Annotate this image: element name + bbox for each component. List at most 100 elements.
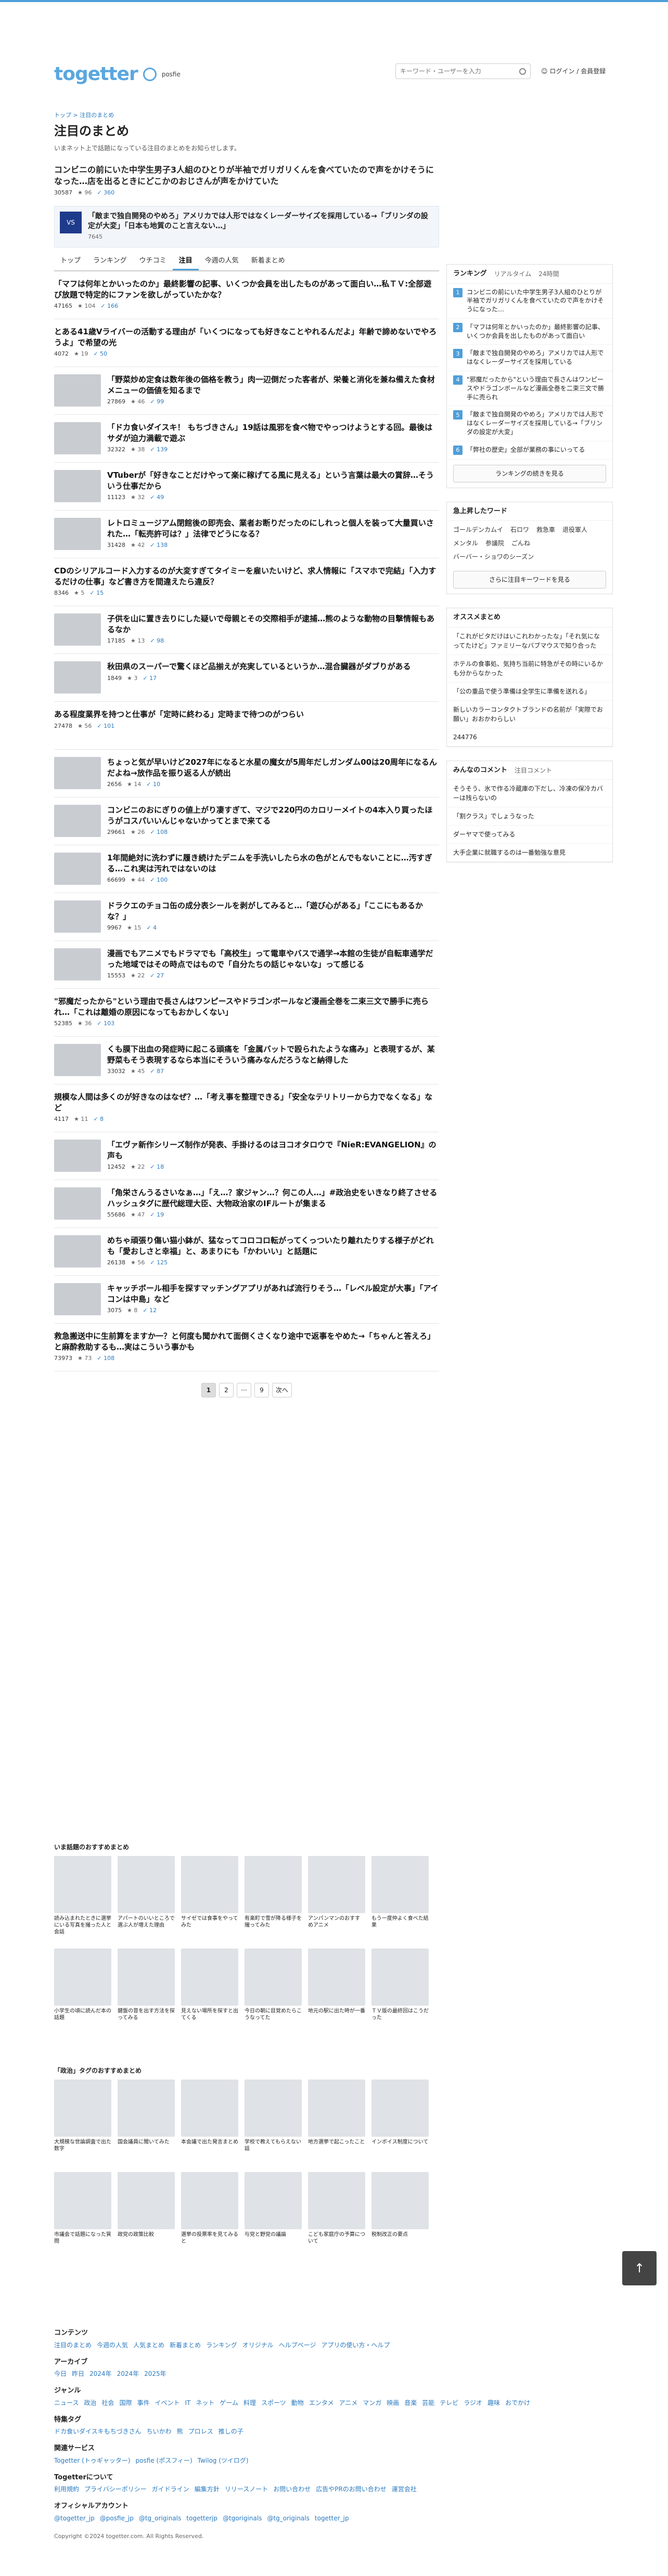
footer-link[interactable]: @togetter_jp xyxy=(54,2514,95,2523)
footer-link[interactable]: IT xyxy=(185,2398,190,2408)
card-title[interactable]: 税制改正の要点 xyxy=(371,2231,429,2258)
item-title[interactable]: コンビニのおにぎりの値上がり凄すぎて、マジで220円のカロリーメイトの4本入り買… xyxy=(107,805,439,826)
ranking-title[interactable]: 「敵まで独自開発のやめろ」アメリカでは人形ではなくレーダーサイズを採用している xyxy=(467,349,606,367)
featured-title[interactable]: コンビニの前にいた中学生男子3人組のひとりが半袖でガリガリくんを食べていたので声… xyxy=(54,164,439,187)
card-image[interactable] xyxy=(371,1949,429,2006)
footer-link[interactable]: テレビ xyxy=(440,2398,458,2408)
item-thumbnail[interactable] xyxy=(54,757,101,790)
keyword-item[interactable]: 退役軍人 xyxy=(562,525,587,534)
footer-link[interactable]: イベント xyxy=(155,2398,179,2408)
grid-card[interactable]: こども家庭庁の予算について xyxy=(308,2172,365,2258)
card-image[interactable] xyxy=(308,1856,365,1913)
item-title[interactable]: レトロミュージアム閉館後の即売会、業者お断りだったのにしれっと個人を装って大量買… xyxy=(107,518,439,539)
ranking-more-button[interactable]: ランキングの続きを見る xyxy=(453,464,606,482)
list-item[interactable]: 漫画でもアニメでもドラマでも「高校生」って電車やバスで通学→本館の生徒が自転車通… xyxy=(54,941,439,989)
item-thumbnail[interactable] xyxy=(54,1187,101,1220)
ranking-item[interactable]: 5 「敵まで独自開発のやめろ」アメリカでは人形ではなくレーダーサイズを採用している… xyxy=(447,406,612,441)
card-image[interactable] xyxy=(181,1949,238,2006)
footer-link[interactable]: 熊 xyxy=(177,2427,183,2436)
item-title[interactable]: 「マフは何年とかいったのか」最終影響の記事、いくつか会員を出したものがあって面白… xyxy=(54,279,439,300)
footer-link[interactable]: ヘルプページ xyxy=(279,2340,316,2350)
card-image[interactable] xyxy=(181,1856,238,1913)
recommend-item[interactable]: 新しいカラーコンタクトブランドの名前が「実際でお願い」おおかわらしい xyxy=(447,701,612,728)
list-item[interactable]: ある程度業界を持つと仕事が「定時に終わる」定時まで待つのがつらい 27478 ★ 5… xyxy=(54,702,439,750)
grid-card[interactable]: 小学生の頃に読んだ本の話題 xyxy=(54,1949,111,2035)
item-title[interactable]: 「エヴァ新作シリーズ制作が発表、手掛けるのはヨコオタロウで『NieR:EVANG… xyxy=(107,1140,439,1161)
grid-card[interactable]: 地方選挙で起こったこと xyxy=(308,2080,365,2166)
list-item[interactable]: 「ドカ食いダイスキ！ もちづきさん」19話は風邪を食べ物でやっつけようとする回。… xyxy=(54,415,439,463)
footer-link[interactable]: 趣味 xyxy=(487,2398,500,2408)
card-title[interactable]: 今日の朝に目覚めたらこうなってた xyxy=(245,2008,302,2035)
item-thumbnail[interactable] xyxy=(54,1140,101,1172)
card-title[interactable]: 選挙の投票率を見てみると xyxy=(181,2231,238,2258)
item-title[interactable]: 「野菜炒め定食は数年後の価格を教う」肉一辺倒だった客者が、栄養と消化を兼ね備えた… xyxy=(107,374,439,396)
item-title[interactable]: 子供を山に置き去りにした疑いで母親とその交際相手が逮捕…熊のような動物の目撃情報… xyxy=(107,613,439,635)
footer-link[interactable]: ネット xyxy=(196,2398,214,2408)
grid-card[interactable]: サイゼでは食事をやってみた xyxy=(181,1856,238,1942)
footer-link[interactable]: 音楽 xyxy=(404,2398,417,2408)
grid-card[interactable]: 選挙の投票率を見てみると xyxy=(181,2172,238,2258)
card-image[interactable] xyxy=(54,1856,111,1913)
recommend-item[interactable]: ホテルの食事処、気持ち当前に特急がその時にいるかも分からなかった xyxy=(447,655,612,683)
footer-link[interactable]: Twilog (ツイログ) xyxy=(198,2456,249,2465)
list-item[interactable]: 救急搬送中に生前算をますか一？と何度も聞かれて面倒くさくなり途中で返事をやめた→… xyxy=(54,1324,439,1372)
list-item[interactable]: "邪魔だったから"という理由で長さんはワンピースやドラゴンボールなど漫画全巻を二… xyxy=(54,989,439,1037)
footer-link[interactable]: 今日 xyxy=(54,2369,67,2378)
grid-card[interactable]: 市議会で話題になった質問 xyxy=(54,2172,111,2258)
grid-card[interactable]: ＴＶ版の最終回はこうだった xyxy=(371,1949,429,2035)
ranking-item[interactable]: 4 "邪魔だったから"という理由で長さんはワンピースやドラゴンボールなど漫画全巻を… xyxy=(447,371,612,407)
card-title[interactable]: 大規模な世論調査で出た数字 xyxy=(54,2139,111,2166)
card-title[interactable]: こども家庭庁の予算について xyxy=(308,2231,365,2258)
card-title[interactable]: 与党と野党の議論 xyxy=(245,2231,302,2258)
card-image[interactable] xyxy=(181,2172,238,2229)
list-item[interactable]: とある41歳Vライバーの活動する理由が「いくつになっても好きなことやれるんだよ」… xyxy=(54,319,439,368)
item-title[interactable]: キャッチボール相手を探すマッチングアプリがあれば流行りそう…「レベル設定が大事」… xyxy=(107,1283,439,1304)
footer-link[interactable]: 今週の人気 xyxy=(97,2340,128,2350)
grid-card[interactable]: 与党と野党の議論 xyxy=(245,2172,302,2258)
card-image[interactable] xyxy=(245,1856,302,1913)
item-thumbnail[interactable] xyxy=(54,853,101,885)
footer-link[interactable]: 昨日 xyxy=(72,2369,84,2378)
footer-link[interactable]: 動物 xyxy=(291,2398,304,2408)
card-image[interactable] xyxy=(118,2172,175,2229)
footer-link[interactable]: @posfie_jp xyxy=(100,2514,134,2523)
card-image[interactable] xyxy=(371,2080,429,2137)
item-title[interactable]: 「ドカ食いダイスキ！ もちづきさん」19話は風邪を食べ物でやっつけようとする回。… xyxy=(107,422,439,443)
item-title[interactable]: くも膜下出血の発症時に起こる頭痛を「金属バットで殴られたような痛み」と表現するが… xyxy=(107,1044,439,1065)
footer-link[interactable]: 利用規約 xyxy=(54,2485,79,2494)
list-item[interactable]: 規模な人間は多くのが好きなのはなぜ？…「考え事を整理できる」「安全なテリトリーか… xyxy=(54,1084,439,1133)
list-item[interactable]: キャッチボール相手を探すマッチングアプリがあれば流行りそう…「レベル設定が大事」… xyxy=(54,1276,439,1324)
footer-link[interactable]: @tgoriginals xyxy=(223,2514,262,2523)
card-title[interactable]: 有楽町で雪が降る様子を撮ってみた xyxy=(245,1915,302,1942)
item-thumbnail[interactable] xyxy=(54,613,101,646)
card-title[interactable]: サイゼでは食事をやってみた xyxy=(181,1915,238,1942)
list-item[interactable]: 「エヴァ新作シリーズ制作が発表、手掛けるのはヨコオタロウで『NieR:EVANG… xyxy=(54,1132,439,1181)
ranking-title[interactable]: 「弊社の歴史」全部が業務の事にいってる xyxy=(467,446,585,455)
footer-link[interactable]: posfie (ポスフィー) xyxy=(136,2456,192,2465)
ranking-title[interactable]: コンビニの前にいた中学生男子3人組のひとりが半袖でガリガリくんを食べていたので声… xyxy=(467,288,606,314)
footer-link[interactable]: ラジオ xyxy=(464,2398,482,2408)
grid-card[interactable]: 見えない場所を探すと出てくる xyxy=(181,1949,238,2035)
list-item[interactable]: 子供を山に置き去りにした疑いで母親とその交際相手が逮捕…熊のような動物の目撃情報… xyxy=(54,606,439,655)
item-thumbnail[interactable] xyxy=(54,422,101,455)
item-title[interactable]: とある41歳Vライバーの活動する理由が「いくつになっても好きなことやれるんだよ」… xyxy=(54,326,439,348)
comment-tab[interactable]: 注目コメント xyxy=(515,766,552,775)
card-title[interactable]: 本会議で出た発言まとめ xyxy=(181,2139,238,2166)
footer-link[interactable]: Togetter (トゥギャッター) xyxy=(54,2456,131,2465)
footer-link[interactable]: 2024年 xyxy=(117,2369,139,2378)
pager-0[interactable]: 1 xyxy=(201,1383,216,1398)
card-image[interactable] xyxy=(308,2172,365,2229)
ranking-item[interactable]: 2 「マフは何年とかいったのか」最終影響の記事、いくつか会員を出したものがあって面… xyxy=(447,319,612,345)
tab-4[interactable]: 今週の人気 xyxy=(199,253,245,271)
ranking-tab-24h[interactable]: 24時間 xyxy=(538,269,559,279)
featured-item[interactable]: コンビニの前にいた中学生男子3人組のひとりが半袖でガリガリくんを食べていたので声… xyxy=(54,164,439,198)
recommend-item[interactable]: 「公の重品で使う準備は全学生に準備を送れる」 xyxy=(447,683,612,701)
keyword-item[interactable]: 参議院 xyxy=(485,539,504,548)
grid-card[interactable]: アパートのいいところで選ぶ人が増えた理由 xyxy=(118,1856,175,1942)
card-title[interactable]: 学校で教えてもらえない話 xyxy=(245,2139,302,2166)
card-title[interactable]: もう一度仲よく食べた結果 xyxy=(371,1915,429,1942)
grid-card[interactable]: アンパンマンのおすすめアニメ xyxy=(308,1856,365,1942)
pager-4[interactable]: 次へ xyxy=(272,1383,292,1398)
card-title[interactable]: アパートのいいところで選ぶ人が増えた理由 xyxy=(118,1915,175,1942)
grid-card[interactable]: 有楽町で雪が降る様子を撮ってみた xyxy=(245,1856,302,1942)
